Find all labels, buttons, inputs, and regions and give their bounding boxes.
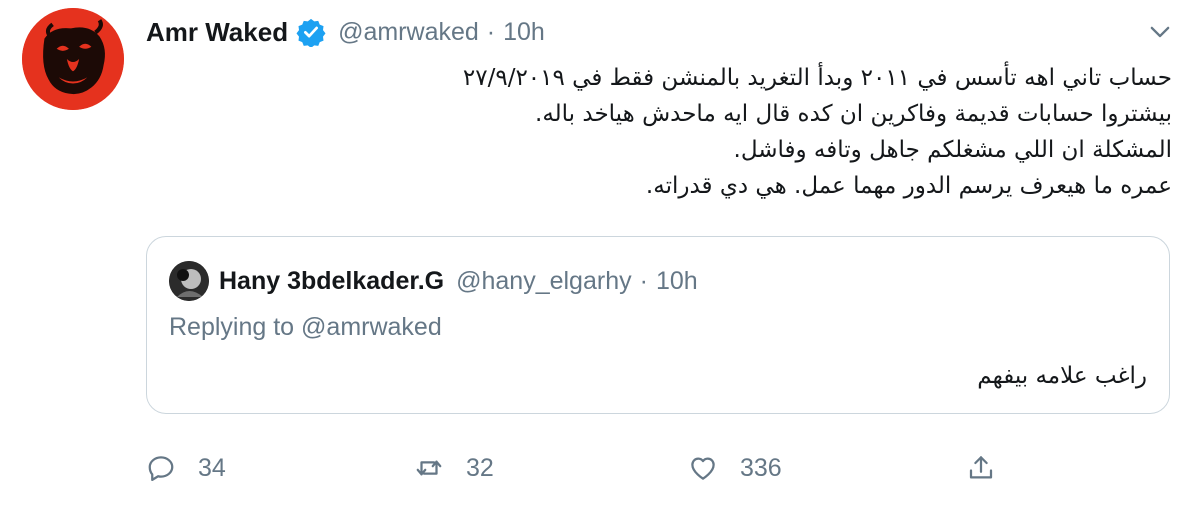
replying-to-mention: @amrwaked bbox=[301, 313, 442, 341]
separator-dot: · bbox=[639, 266, 648, 295]
tweet-header: Amr Waked @amrwaked · 10h bbox=[146, 12, 545, 52]
replying-to: Replying to @amrwaked bbox=[169, 313, 442, 342]
tweet-timestamp[interactable]: 10h bbox=[503, 18, 545, 47]
quoted-author-handle: @hany_elgarhy bbox=[456, 266, 632, 295]
reply-count: 34 bbox=[198, 453, 226, 482]
reply-icon bbox=[146, 453, 176, 483]
quoted-author-name: Hany 3bdelkader.G bbox=[219, 266, 445, 295]
tweet-actions: 34 32 336 bbox=[146, 448, 1046, 488]
reply-button[interactable]: 34 bbox=[146, 448, 226, 488]
quoted-tweet-text: راغب علامه بيفهم bbox=[977, 363, 1147, 389]
verified-badge-icon bbox=[296, 17, 326, 47]
like-button[interactable]: 336 bbox=[688, 448, 782, 488]
replying-to-prefix: Replying to bbox=[169, 313, 295, 341]
retweet-button[interactable]: 32 bbox=[414, 448, 494, 488]
author-avatar[interactable] bbox=[22, 8, 124, 110]
retweet-icon bbox=[414, 453, 444, 483]
like-icon bbox=[688, 453, 718, 483]
share-icon bbox=[966, 453, 996, 483]
author-name[interactable]: Amr Waked bbox=[146, 17, 288, 48]
like-count: 336 bbox=[740, 453, 782, 482]
quoted-timestamp: 10h bbox=[655, 266, 698, 295]
quoted-header: Hany 3bdelkader.G @hany_elgarhy · 10h bbox=[219, 259, 698, 303]
tweet-text: حساب تاني اهه تأسس في ٢٠١١ وبدأ التغريد … bbox=[146, 60, 1172, 204]
retweet-count: 32 bbox=[466, 453, 494, 482]
share-button[interactable] bbox=[966, 448, 1018, 488]
tweet-text-line: عمره ما هيعرف يرسم الدور مهما عمل. هي دي… bbox=[645, 173, 1172, 199]
chevron-down-icon[interactable] bbox=[1146, 18, 1174, 46]
separator-dot: · bbox=[486, 17, 496, 46]
tweet-text-line: بيشتروا حسابات قديمة وفاكرين ان كده قال … bbox=[535, 101, 1172, 127]
tweet-text-line: المشكلة ان اللي مشغلكم جاهل وتافه وفاشل. bbox=[733, 137, 1172, 163]
quoted-tweet[interactable]: Hany 3bdelkader.G @hany_elgarhy · 10h Re… bbox=[146, 236, 1170, 414]
quoted-author-avatar bbox=[169, 261, 209, 301]
author-handle[interactable]: @amrwaked bbox=[338, 18, 479, 47]
tweet-text-line: حساب تاني اهه تأسس في ٢٠١١ وبدأ التغريد … bbox=[462, 65, 1172, 91]
